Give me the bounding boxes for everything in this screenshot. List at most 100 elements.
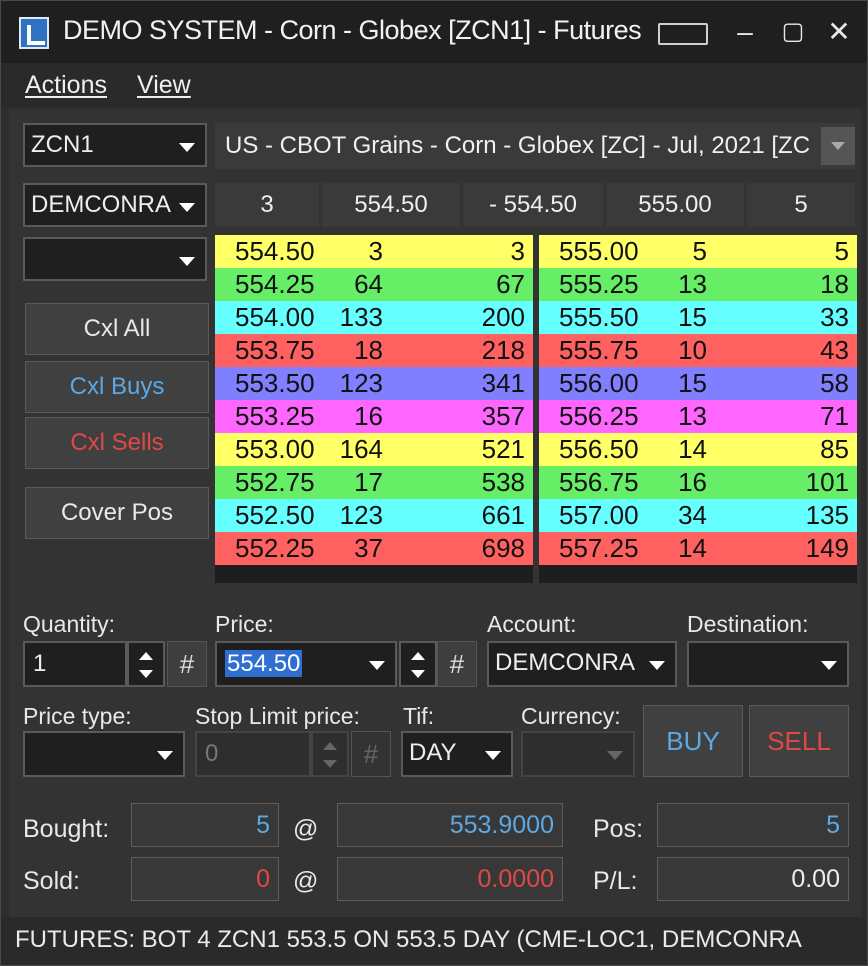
chevron-down-icon bbox=[649, 661, 665, 670]
destination-select[interactable] bbox=[687, 641, 849, 687]
tif-select[interactable]: DAY bbox=[401, 731, 513, 777]
currency-label: Currency: bbox=[521, 703, 621, 729]
bid-cumulative: 218 bbox=[481, 335, 525, 365]
ask-row[interactable]: 557.00 34 135 bbox=[539, 499, 857, 532]
contract-description: US - CBOT Grains - Corn - Globex [ZC] - … bbox=[215, 123, 855, 169]
bid-row[interactable]: 552.75 17 538 bbox=[215, 466, 533, 499]
window-title: DEMO SYSTEM - Corn - Globex [ZCN1] - Fut… bbox=[63, 15, 642, 45]
ask-cumulative: 101 bbox=[805, 467, 849, 497]
cancel-buys-button[interactable]: Cxl Buys bbox=[25, 361, 209, 413]
close-button[interactable]: ✕ bbox=[819, 13, 859, 51]
app-icon bbox=[19, 17, 49, 49]
symbol-value: ZCN1 bbox=[31, 131, 94, 158]
ask-size: 15 bbox=[678, 302, 707, 332]
ask-row[interactable]: 556.00 15 58 bbox=[539, 367, 857, 400]
ask-cumulative: 43 bbox=[820, 335, 849, 365]
price-stepper[interactable] bbox=[399, 641, 437, 687]
ask-row[interactable]: 555.00 5 5 bbox=[539, 235, 857, 268]
cancel-all-button[interactable]: Cxl All bbox=[25, 303, 209, 355]
bid-cumulative: 3 bbox=[510, 236, 525, 266]
ask-price: 555.75 bbox=[559, 335, 639, 365]
ask-cumulative: 135 bbox=[805, 500, 849, 530]
bought-average-price: 553.9000 bbox=[337, 803, 563, 847]
menu-view[interactable]: View bbox=[137, 71, 191, 100]
bid-row[interactable]: 554.00 133 200 bbox=[215, 301, 533, 334]
bid-price: 552.75 bbox=[235, 467, 315, 497]
account-select-value: DEMCONRA bbox=[31, 191, 172, 218]
buy-button[interactable]: BUY bbox=[643, 705, 743, 777]
bid-price: 552.25 bbox=[235, 533, 315, 563]
stop-limit-keypad-button[interactable]: # bbox=[351, 731, 391, 777]
ask-size: 13 bbox=[678, 269, 707, 299]
position-value: 5 bbox=[657, 803, 849, 847]
bid-size: 3 bbox=[368, 236, 383, 266]
chevron-down-icon bbox=[179, 203, 195, 212]
sell-button[interactable]: SELL bbox=[749, 705, 849, 777]
stop-limit-field[interactable]: 0 bbox=[195, 731, 311, 777]
ask-row[interactable]: 555.25 13 18 bbox=[539, 268, 857, 301]
bid-price: 553.50 bbox=[235, 368, 315, 398]
cover-position-button[interactable]: Cover Pos bbox=[25, 487, 209, 539]
bid-price: 553.00 bbox=[235, 434, 315, 464]
sold-average-price: 0.0000 bbox=[337, 857, 563, 901]
quantity-stepper[interactable] bbox=[127, 641, 165, 687]
price-field[interactable]: 554.50 bbox=[215, 641, 397, 687]
ask-price: 555.50 bbox=[559, 302, 639, 332]
ask-price: 556.75 bbox=[559, 467, 639, 497]
bid-row[interactable]: 553.25 16 357 bbox=[215, 400, 533, 433]
cancel-sells-button[interactable]: Cxl Sells bbox=[25, 417, 209, 469]
bid-price: 554.00 bbox=[235, 302, 315, 332]
currency-select[interactable] bbox=[521, 731, 635, 777]
bid-row[interactable]: 553.75 18 218 bbox=[215, 334, 533, 367]
ask-row[interactable]: 556.25 13 71 bbox=[539, 400, 857, 433]
ask-cumulative: 71 bbox=[820, 401, 849, 431]
bid-row[interactable]: 554.25 64 67 bbox=[215, 268, 533, 301]
maximize-button[interactable]: ▢ bbox=[773, 13, 813, 51]
bid-cumulative: 341 bbox=[481, 368, 525, 398]
quantity-field[interactable]: 1 bbox=[23, 641, 127, 687]
quantity-keypad-button[interactable]: # bbox=[167, 641, 207, 687]
ask-price: 555.00 bbox=[559, 236, 639, 266]
account-field[interactable]: DEMCONRA bbox=[487, 641, 677, 687]
chevron-down-icon bbox=[411, 670, 425, 678]
bid-row[interactable]: 553.00 164 521 bbox=[215, 433, 533, 466]
bid-price: 552.50 bbox=[235, 500, 315, 530]
ask-cumulative: 33 bbox=[820, 302, 849, 332]
bid-cumulative: 67 bbox=[496, 269, 525, 299]
bid-size: 164 bbox=[339, 434, 383, 464]
account-select[interactable]: DEMCONRA bbox=[23, 183, 207, 227]
bid-row[interactable]: 552.25 37 698 bbox=[215, 532, 533, 565]
ask-row[interactable]: 555.50 15 33 bbox=[539, 301, 857, 334]
quote-bid-size: 3 bbox=[215, 183, 319, 227]
sold-label: Sold: bbox=[23, 867, 80, 895]
bid-row[interactable]: 553.50 123 341 bbox=[215, 367, 533, 400]
bid-cumulative: 357 bbox=[481, 401, 525, 431]
bid-cumulative: 661 bbox=[481, 500, 525, 530]
chevron-up-icon bbox=[139, 652, 153, 660]
minimize-button[interactable]: – bbox=[725, 13, 765, 51]
symbol-select[interactable]: ZCN1 bbox=[23, 123, 207, 167]
stop-limit-stepper[interactable] bbox=[311, 731, 349, 777]
quote-bid-price: 554.50 bbox=[322, 183, 460, 227]
ask-row[interactable]: 556.75 16 101 bbox=[539, 466, 857, 499]
price-keypad-button[interactable]: # bbox=[437, 641, 477, 687]
ask-row[interactable]: 557.25 14 149 bbox=[539, 532, 857, 565]
trading-window: DEMO SYSTEM - Corn - Globex [ZCN1] - Fut… bbox=[0, 0, 868, 966]
chevron-up-icon bbox=[411, 652, 425, 660]
quote-ask-price: 555.00 bbox=[606, 183, 744, 227]
keyboard-icon[interactable] bbox=[658, 23, 708, 45]
ask-size: 14 bbox=[678, 434, 707, 464]
blank-select[interactable] bbox=[23, 237, 207, 281]
menu-actions[interactable]: Actions bbox=[25, 71, 107, 100]
status-bar: FUTURES: BOT 4 ZCN1 553.5 ON 553.5 DAY (… bbox=[1, 917, 867, 965]
ask-price: 557.25 bbox=[559, 533, 639, 563]
bid-row[interactable]: 552.50 123 661 bbox=[215, 499, 533, 532]
bid-row[interactable]: 554.50 3 3 bbox=[215, 235, 533, 268]
ask-row[interactable]: 556.50 14 85 bbox=[539, 433, 857, 466]
chevron-down-icon[interactable] bbox=[821, 127, 855, 165]
ask-row[interactable]: 555.75 10 43 bbox=[539, 334, 857, 367]
sold-at-sign: @ bbox=[293, 867, 319, 895]
price-type-select[interactable] bbox=[23, 731, 185, 777]
tif-value: DAY bbox=[409, 739, 457, 766]
price-label: Price: bbox=[215, 611, 274, 637]
